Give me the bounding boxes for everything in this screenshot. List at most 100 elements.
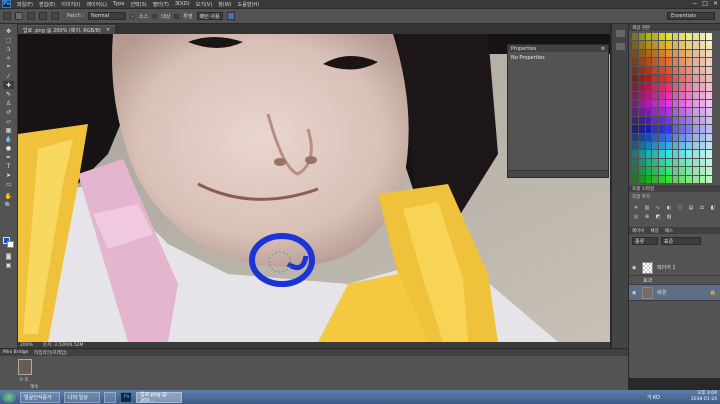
menu-filter[interactable]: 필터(T) [153, 1, 169, 8]
color-swatch[interactable] [665, 150, 672, 158]
color-swatch[interactable] [692, 66, 699, 74]
color-swatch[interactable] [645, 125, 652, 133]
color-swatch[interactable] [638, 49, 645, 58]
color-swatch[interactable] [706, 66, 712, 74]
color-swatch[interactable] [699, 133, 706, 142]
crop-icon[interactable]: ⌗ [3, 63, 14, 71]
color-swatch[interactable] [692, 83, 699, 91]
color-swatch[interactable] [692, 142, 699, 150]
start-button[interactable] [2, 391, 16, 403]
layer-kind-filter[interactable]: 종류 [632, 237, 658, 245]
levels-icon[interactable]: ▥ [643, 205, 651, 211]
color-swatch[interactable] [632, 33, 638, 41]
zoom-icon[interactable]: 🔍 [3, 201, 14, 209]
color-swatch[interactable] [706, 49, 712, 58]
color-swatch[interactable] [686, 142, 692, 150]
lasso-icon[interactable]: ↄ [3, 45, 14, 53]
color-swatch[interactable] [686, 133, 692, 142]
color-swatch[interactable] [645, 108, 652, 116]
color-swatch[interactable] [659, 58, 665, 66]
color-swatch[interactable] [652, 83, 658, 91]
color-swatch[interactable] [699, 142, 706, 150]
color-swatch[interactable] [652, 150, 658, 158]
color-swatch[interactable] [652, 142, 658, 150]
menu-3d[interactable]: 3D(D) [175, 1, 190, 7]
menu-type[interactable]: Type [113, 1, 124, 7]
color-swatch[interactable] [686, 49, 692, 58]
color-swatch[interactable] [659, 150, 665, 158]
color-swatch[interactable] [679, 158, 685, 167]
color-swatch[interactable] [692, 167, 699, 175]
color-swatch[interactable] [706, 108, 712, 116]
exposure-icon[interactable]: ◐ [665, 205, 673, 211]
color-swatch[interactable] [699, 49, 706, 58]
tab-paths[interactable]: 패스 [665, 228, 673, 234]
color-swatch[interactable] [665, 108, 672, 116]
color-swatch[interactable] [686, 41, 692, 49]
color-swatch[interactable] [672, 100, 679, 108]
color-swatch[interactable] [706, 142, 712, 150]
color-swatch[interactable] [672, 167, 679, 175]
subtract-selection-icon[interactable] [39, 12, 47, 20]
color-swatch[interactable] [672, 91, 679, 100]
posterize-icon[interactable]: ▧ [665, 214, 673, 220]
healing-icon[interactable]: ✚ [3, 81, 14, 89]
color-swatch[interactable] [665, 74, 672, 83]
color-swatch[interactable] [679, 175, 685, 183]
color-swatch[interactable] [632, 83, 638, 91]
color-swatch[interactable] [652, 125, 658, 133]
layer-blend-mode[interactable]: 표준 [661, 237, 701, 245]
tab-swatches[interactable]: 색상 견본 [632, 25, 650, 31]
color-swatch[interactable] [672, 74, 679, 83]
color-swatch[interactable] [645, 83, 652, 91]
color-swatch[interactable] [679, 58, 685, 66]
taskbar-item-photoshop-window[interactable]: 업로.png @ 200... [136, 391, 182, 404]
color-swatch[interactable] [659, 91, 665, 100]
color-swatch[interactable] [686, 100, 692, 108]
color-swatch[interactable] [686, 83, 692, 91]
pen-icon[interactable]: ✒ [3, 153, 14, 161]
vibrance-icon[interactable]: ▽ [676, 205, 684, 211]
color-swatch[interactable] [652, 33, 658, 41]
color-swatch[interactable] [699, 175, 706, 183]
tab-timeline[interactable]: 타임라인(프레임) [34, 350, 67, 356]
color-swatch[interactable] [652, 133, 658, 142]
color-swatch[interactable] [638, 158, 645, 167]
color-swatch[interactable] [706, 58, 712, 66]
color-swatch[interactable] [632, 91, 638, 100]
color-swatch[interactable] [686, 91, 692, 100]
zoom-level[interactable]: 200% [20, 343, 33, 348]
color-swatch[interactable] [686, 74, 692, 83]
color-swatch[interactable] [645, 142, 652, 150]
color-swatch[interactable] [638, 167, 645, 175]
intersect-selection-icon[interactable] [51, 12, 59, 20]
eyedropper-icon[interactable]: ⁄ [3, 72, 14, 80]
color-swatch[interactable] [699, 83, 706, 91]
color-swatch[interactable] [706, 91, 712, 100]
color-swatch[interactable] [638, 58, 645, 66]
color-swatch[interactable] [699, 167, 706, 175]
color-swatch[interactable] [672, 158, 679, 167]
color-swatch[interactable] [652, 175, 658, 183]
color-swatch[interactable] [706, 116, 712, 125]
color-swatch[interactable] [652, 100, 658, 108]
color-swatch[interactable] [632, 66, 638, 74]
color-swatch[interactable] [686, 150, 692, 158]
color-swatch[interactable] [692, 74, 699, 83]
color-swatch[interactable] [692, 133, 699, 142]
color-swatch[interactable] [645, 49, 652, 58]
color-swatch[interactable] [699, 58, 706, 66]
move-icon[interactable]: ✥ [3, 27, 14, 35]
color-swatch[interactable] [672, 142, 679, 150]
blur-icon[interactable]: 💧 [3, 135, 14, 143]
color-swatch[interactable] [665, 58, 672, 66]
color-swatch[interactable] [706, 100, 712, 108]
color-swatch[interactable] [692, 33, 699, 41]
minimize-icon[interactable]: − [692, 0, 697, 7]
color-swatch[interactable] [679, 41, 685, 49]
layer-row-selected[interactable]: ◉ 배경 🔒 [629, 285, 720, 301]
color-swatch[interactable] [645, 66, 652, 74]
color-swatch[interactable] [645, 133, 652, 142]
eraser-icon[interactable]: ▱ [3, 117, 14, 125]
color-swatch[interactable] [679, 142, 685, 150]
